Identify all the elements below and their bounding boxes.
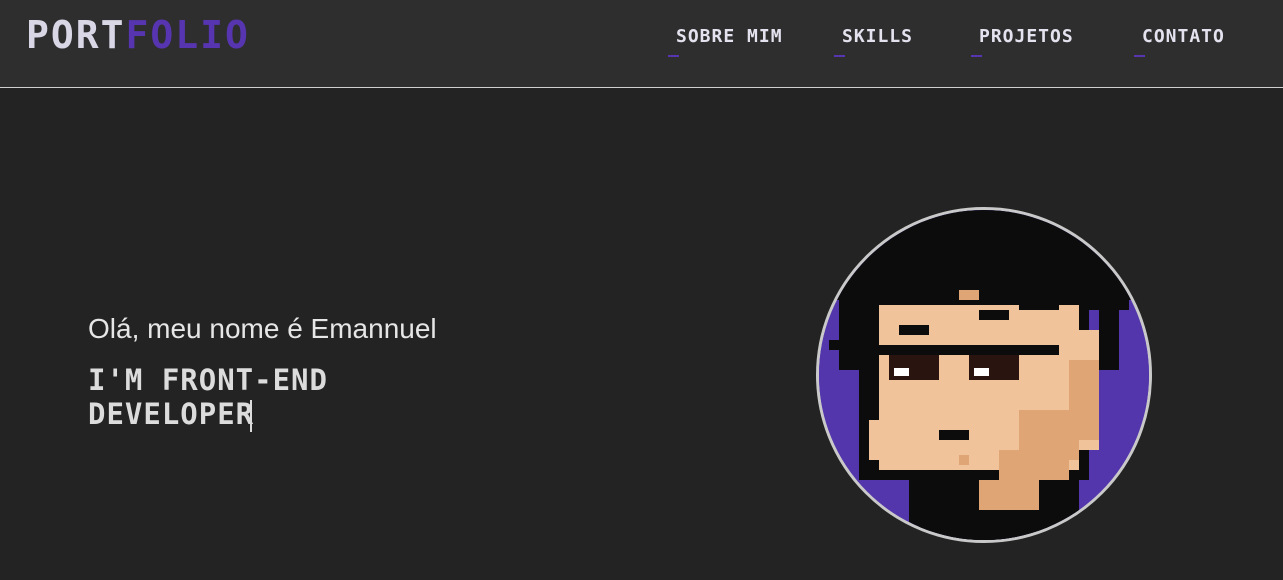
typing-caret xyxy=(250,400,253,432)
pixel-art-avatar-icon xyxy=(819,210,1149,540)
site-header: PORTFOLIO SOBRE MIM SKILLS PROJETOS CONT… xyxy=(0,0,1283,88)
logo-part-1: PORT xyxy=(26,13,126,57)
hero-greeting: Olá, meu nome é Emannuel xyxy=(88,313,437,344)
avatar xyxy=(816,207,1152,543)
nav-item-skills[interactable]: SKILLS xyxy=(834,26,913,57)
nav-item-projetos[interactable]: PROJETOS xyxy=(971,26,1074,57)
nav-item-sobre-mim[interactable]: SOBRE MIM xyxy=(668,26,783,57)
logo[interactable]: PORTFOLIO xyxy=(26,12,250,58)
logo-part-2: FOLIO xyxy=(125,13,250,57)
hero-role: I'M FRONT-END DEVELOPER xyxy=(88,363,511,432)
hero-role-text: I'M FRONT-END DEVELOPER xyxy=(88,363,328,431)
nav-item-contato[interactable]: CONTATO xyxy=(1134,26,1225,57)
